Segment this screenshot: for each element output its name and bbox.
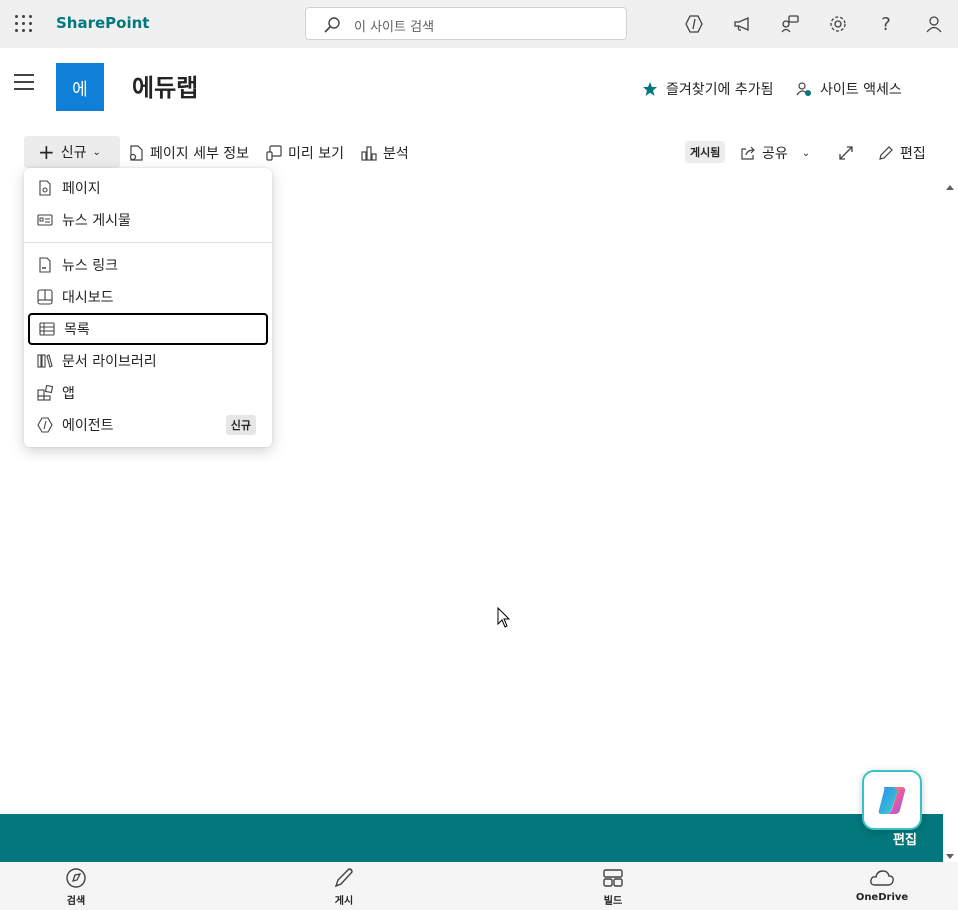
search-icon bbox=[324, 17, 340, 33]
bottom-app-bar: 검색 게시 빌드 OneDrive bbox=[0, 862, 958, 910]
menu-item-dashboard[interactable]: 대시보드 bbox=[28, 281, 268, 313]
scroll-up-arrow[interactable] bbox=[944, 178, 956, 190]
published-badge: 게시됨 bbox=[685, 141, 726, 163]
agent-icon[interactable] bbox=[682, 12, 706, 36]
edit-label: 편집 bbox=[900, 146, 926, 162]
news-icon bbox=[36, 211, 54, 229]
menu-item-agent[interactable]: 에이전트 신규 bbox=[28, 409, 268, 441]
copilot-icon bbox=[878, 787, 906, 814]
nav-menu-icon[interactable] bbox=[14, 74, 34, 90]
mouse-pointer-icon bbox=[497, 607, 511, 628]
menu-item-label: 앱 bbox=[62, 386, 75, 402]
appbar-item-build[interactable]: 빌드 bbox=[583, 866, 643, 907]
menu-item-label: 문서 라이브러리 bbox=[62, 354, 157, 370]
page-details-button[interactable]: 페이지 세부 정보 bbox=[128, 138, 249, 168]
cloud-icon bbox=[870, 870, 894, 886]
megaphone-icon[interactable] bbox=[730, 12, 754, 36]
account-icon[interactable] bbox=[922, 12, 946, 36]
copilot-button[interactable] bbox=[862, 770, 922, 830]
favorite-button[interactable]: 즐겨찾기에 추가됨 bbox=[642, 79, 774, 99]
compass-icon bbox=[66, 868, 86, 888]
site-access-button[interactable]: 사이트 액세스 bbox=[796, 79, 902, 99]
help-icon[interactable]: ? bbox=[874, 12, 898, 36]
menu-item-label: 뉴스 링크 bbox=[62, 258, 118, 274]
appbar-item-label: 검색 bbox=[66, 896, 86, 907]
menu-item-label: 뉴스 게시물 bbox=[62, 213, 131, 229]
preview-label: 미리 보기 bbox=[288, 146, 344, 162]
menu-item-app[interactable]: 앱 bbox=[28, 377, 268, 409]
chevron-down-icon: ⌄ bbox=[801, 147, 811, 159]
site-logo[interactable]: 에 bbox=[56, 63, 104, 111]
edit-button[interactable]: 편집 bbox=[878, 138, 926, 168]
appbar-item-onedrive[interactable]: OneDrive bbox=[852, 866, 912, 903]
brand-name[interactable]: SharePoint bbox=[56, 14, 149, 32]
share-icon bbox=[741, 146, 755, 160]
plus-icon: + bbox=[38, 140, 55, 164]
appbar-item-publish[interactable]: 게시 bbox=[314, 866, 374, 907]
preview-button[interactable]: 미리 보기 bbox=[266, 138, 344, 168]
menu-item-document-library[interactable]: 문서 라이브러리 bbox=[28, 345, 268, 377]
expand-button[interactable] bbox=[838, 138, 854, 168]
site-title[interactable]: 에듀랩 bbox=[132, 68, 198, 103]
page-settings-icon bbox=[129, 145, 143, 161]
feedback-icon[interactable] bbox=[778, 12, 802, 36]
appbar-item-label: 빌드 bbox=[603, 896, 623, 907]
appbar-item-label: OneDrive bbox=[855, 892, 909, 903]
app-launcher-icon[interactable] bbox=[12, 12, 36, 36]
chevron-down-icon: ⌄ bbox=[92, 146, 101, 158]
new-button[interactable]: + 신규 ⌄ bbox=[24, 136, 120, 168]
menu-item-label: 대시보드 bbox=[62, 290, 114, 306]
pencil-icon bbox=[334, 868, 353, 888]
appbar-item-search[interactable]: 검색 bbox=[46, 866, 106, 907]
new-tag-badge: 신규 bbox=[225, 415, 256, 435]
page-details-label: 페이지 세부 정보 bbox=[150, 146, 250, 162]
preview-icon bbox=[266, 145, 282, 161]
menu-item-label: 페이지 bbox=[62, 181, 101, 197]
site-access-label: 사이트 액세스 bbox=[820, 82, 902, 98]
menu-item-label: 목록 bbox=[64, 322, 90, 338]
library-icon bbox=[36, 352, 54, 370]
star-icon bbox=[643, 82, 657, 96]
site-search-box[interactable]: 이 사이트 검색 bbox=[305, 7, 627, 40]
share-label: 공유 bbox=[762, 146, 788, 162]
analytics-label: 분석 bbox=[383, 146, 409, 162]
menu-item-label: 에이전트 bbox=[62, 418, 114, 434]
share-button[interactable]: 공유 ⌄ bbox=[740, 138, 810, 168]
menu-item-page[interactable]: 페이지 bbox=[28, 172, 268, 204]
people-icon bbox=[796, 82, 811, 96]
footer-band bbox=[0, 814, 943, 862]
dashboard-icon bbox=[36, 288, 54, 306]
analytics-button[interactable]: 분석 bbox=[361, 138, 409, 168]
bar-chart-icon bbox=[361, 146, 377, 161]
pencil-icon bbox=[879, 146, 893, 160]
search-placeholder: 이 사이트 검색 bbox=[354, 20, 435, 35]
fab-edit-label[interactable]: 편집 bbox=[893, 829, 917, 848]
scroll-down-arrow[interactable] bbox=[944, 848, 956, 860]
apps-icon bbox=[36, 384, 54, 402]
menu-divider bbox=[24, 242, 272, 243]
list-icon bbox=[38, 320, 56, 338]
menu-item-news-link[interactable]: 뉴스 링크 bbox=[28, 249, 268, 281]
page-icon bbox=[36, 179, 54, 197]
agent-icon bbox=[36, 416, 54, 434]
favorite-label: 즐겨찾기에 추가됨 bbox=[666, 82, 774, 98]
new-label: 신규 bbox=[60, 145, 87, 161]
suite-bar: SharePoint 이 사이트 검색 ? bbox=[0, 0, 958, 48]
news-link-icon bbox=[36, 256, 54, 274]
menu-item-list[interactable]: 목록 bbox=[28, 313, 268, 345]
menu-item-news-post[interactable]: 뉴스 게시물 bbox=[28, 204, 268, 236]
expand-icon bbox=[839, 146, 853, 160]
layout-icon bbox=[603, 869, 623, 887]
settings-gear-icon[interactable] bbox=[826, 12, 850, 36]
new-dropdown-menu: 페이지 뉴스 게시물 뉴스 링크 대시보드 목록 문서 라이브러리 앱 에이전트… bbox=[24, 168, 272, 447]
appbar-item-label: 게시 bbox=[334, 896, 354, 907]
